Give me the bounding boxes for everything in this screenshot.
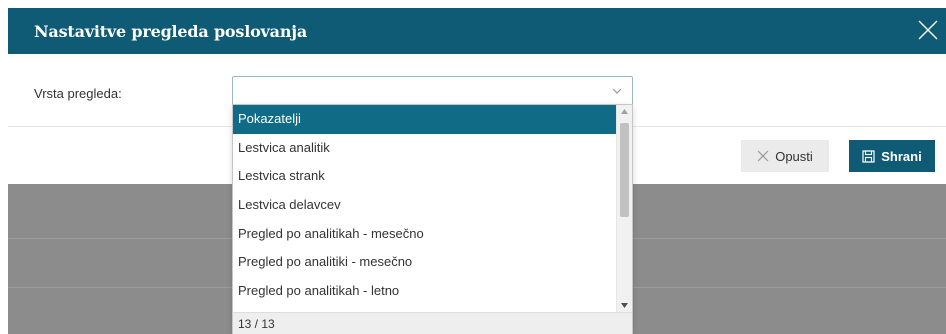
dropdown-result-count: 13 / 13	[233, 312, 632, 334]
cancel-button[interactable]: Opusti	[741, 140, 829, 172]
dropdown-option[interactable]: Lestvica strank	[233, 162, 617, 191]
floppy-disk-icon	[862, 149, 875, 163]
scroll-up-arrow-icon[interactable]	[621, 109, 628, 114]
close-button[interactable]	[910, 14, 946, 50]
dropdown-scrollbar[interactable]	[616, 105, 632, 312]
x-icon	[757, 150, 769, 162]
dropdown-option[interactable]: Pokazatelji	[233, 105, 617, 134]
save-button[interactable]: Shrani	[849, 140, 935, 172]
dropdown-option[interactable]: Lestvica delavcev	[233, 191, 617, 220]
dropdown-option[interactable]: Lestvica analitik	[233, 134, 617, 163]
cancel-button-label: Opusti	[775, 148, 813, 164]
dropdown-option[interactable]: Pregled po analitikah - letno	[233, 277, 617, 306]
modal-header: Nastavitve pregleda poslovanja	[8, 8, 946, 54]
scroll-down-arrow-icon[interactable]	[621, 303, 628, 308]
modal-title: Nastavitve pregleda poslovanja	[34, 22, 308, 41]
dropdown-option[interactable]: Pregled po analitikah - mesečno	[233, 220, 617, 249]
save-button-label: Shrani	[881, 148, 922, 164]
scrollbar-thumb[interactable]	[620, 123, 629, 217]
chevron-down-icon	[612, 88, 622, 94]
close-icon	[918, 20, 938, 40]
view-type-label: Vrsta pregleda:	[34, 86, 122, 101]
view-type-dropdown: Pokazatelji Lestvica analitik Lestvica s…	[232, 104, 633, 334]
dropdown-list: Pokazatelji Lestvica analitik Lestvica s…	[233, 105, 617, 312]
dropdown-option[interactable]: Pregled po analitiki - mesečno	[233, 248, 617, 277]
view-type-select[interactable]	[232, 76, 633, 106]
